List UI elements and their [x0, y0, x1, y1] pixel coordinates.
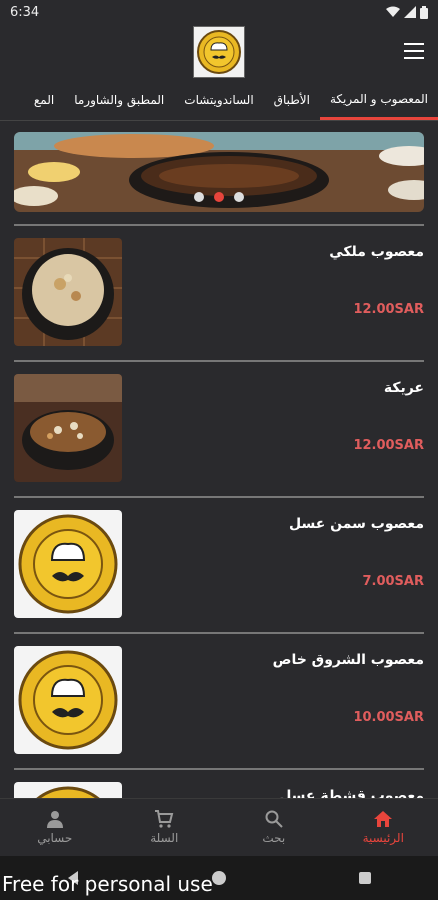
- item-price: 12.00SAR: [353, 302, 424, 317]
- status-time: 6:34: [10, 4, 40, 20]
- list-item[interactable]: معصوب ملكي 12.00SAR: [14, 238, 424, 348]
- item-name: معصوب سمن عسل: [288, 516, 424, 532]
- hamburger-icon: [404, 43, 424, 45]
- list-item[interactable]: معصوب الشروق خاص 10.00SAR: [14, 646, 424, 756]
- nav-label: بحث: [262, 831, 286, 845]
- list-item[interactable]: معصوب قشطة عسل: [14, 782, 424, 798]
- nav-search[interactable]: بحث: [219, 799, 329, 856]
- item-price: 10.00SAR: [353, 710, 424, 725]
- app-header: [0, 24, 438, 80]
- category-tabs: المعصوب و المريكة الأطباق الساندويتشات ا…: [0, 80, 438, 120]
- restaurant-logo: [193, 26, 245, 78]
- hamburger-icon-line: [404, 57, 424, 59]
- nav-label: الرئيسية: [362, 831, 404, 845]
- tab-masoub-areeka[interactable]: المعصوب و المريكة: [320, 80, 438, 120]
- tab-sandwiches[interactable]: الساندويتشات: [174, 80, 263, 120]
- item-price: 12.00SAR: [353, 438, 424, 453]
- list-divider: [14, 496, 424, 498]
- cart-icon: [155, 810, 174, 828]
- signal-icon: [404, 6, 416, 18]
- logo-image: [14, 782, 122, 798]
- food-image: [14, 238, 122, 346]
- home-icon: [374, 811, 393, 827]
- nav-label: السلة: [150, 831, 179, 845]
- search-icon: [265, 810, 283, 828]
- logo-image: [14, 510, 122, 618]
- banner-dot[interactable]: [194, 192, 204, 202]
- list-divider: [14, 768, 424, 770]
- battery-icon: [420, 5, 428, 19]
- tab-mutabbaq-shawarma[interactable]: المطبق والشاورما: [64, 80, 174, 120]
- item-name: معصوب ملكي: [329, 244, 424, 260]
- banner-dot[interactable]: [234, 192, 244, 202]
- menu-list[interactable]: معصوب ملكي 12.00SAR عريكة 12.00SAR معصوب…: [0, 122, 438, 798]
- item-price: 7.00SAR: [362, 574, 424, 589]
- recents-icon[interactable]: [358, 871, 372, 885]
- food-image: [14, 374, 122, 482]
- menu-button[interactable]: [402, 40, 426, 62]
- tab-dishes[interactable]: الأطباق: [264, 80, 320, 120]
- nav-account[interactable]: حسابي: [0, 799, 110, 856]
- logo-image: [14, 646, 122, 754]
- status-bar: 6:34: [0, 0, 438, 24]
- tabs-divider: [0, 120, 438, 121]
- home-circle-icon[interactable]: [211, 870, 227, 886]
- promo-banner[interactable]: [14, 132, 424, 212]
- list-divider: [14, 632, 424, 634]
- watermark: Free for personal use: [2, 872, 213, 896]
- banner-dots[interactable]: [194, 192, 244, 202]
- bottom-nav: حسابي السلة بحث الرئيسية: [0, 798, 438, 856]
- list-item[interactable]: عريكة 12.00SAR: [14, 374, 424, 484]
- tab-more[interactable]: المع: [24, 80, 64, 120]
- list-divider: [14, 224, 424, 226]
- nav-home[interactable]: الرئيسية: [329, 799, 438, 856]
- wifi-icon: [386, 6, 400, 17]
- nav-label: حسابي: [37, 831, 73, 845]
- nav-cart[interactable]: السلة: [110, 799, 220, 856]
- banner-dot-active[interactable]: [214, 192, 224, 202]
- hamburger-icon-line: [404, 50, 424, 52]
- status-icons: [386, 5, 428, 19]
- list-divider: [14, 360, 424, 362]
- item-name: معصوب الشروق خاص: [272, 652, 424, 668]
- item-name: معصوب قشطة عسل: [279, 788, 424, 798]
- item-name: عريكة: [383, 380, 424, 396]
- person-icon: [46, 811, 63, 828]
- list-item[interactable]: معصوب سمن عسل 7.00SAR: [14, 510, 424, 620]
